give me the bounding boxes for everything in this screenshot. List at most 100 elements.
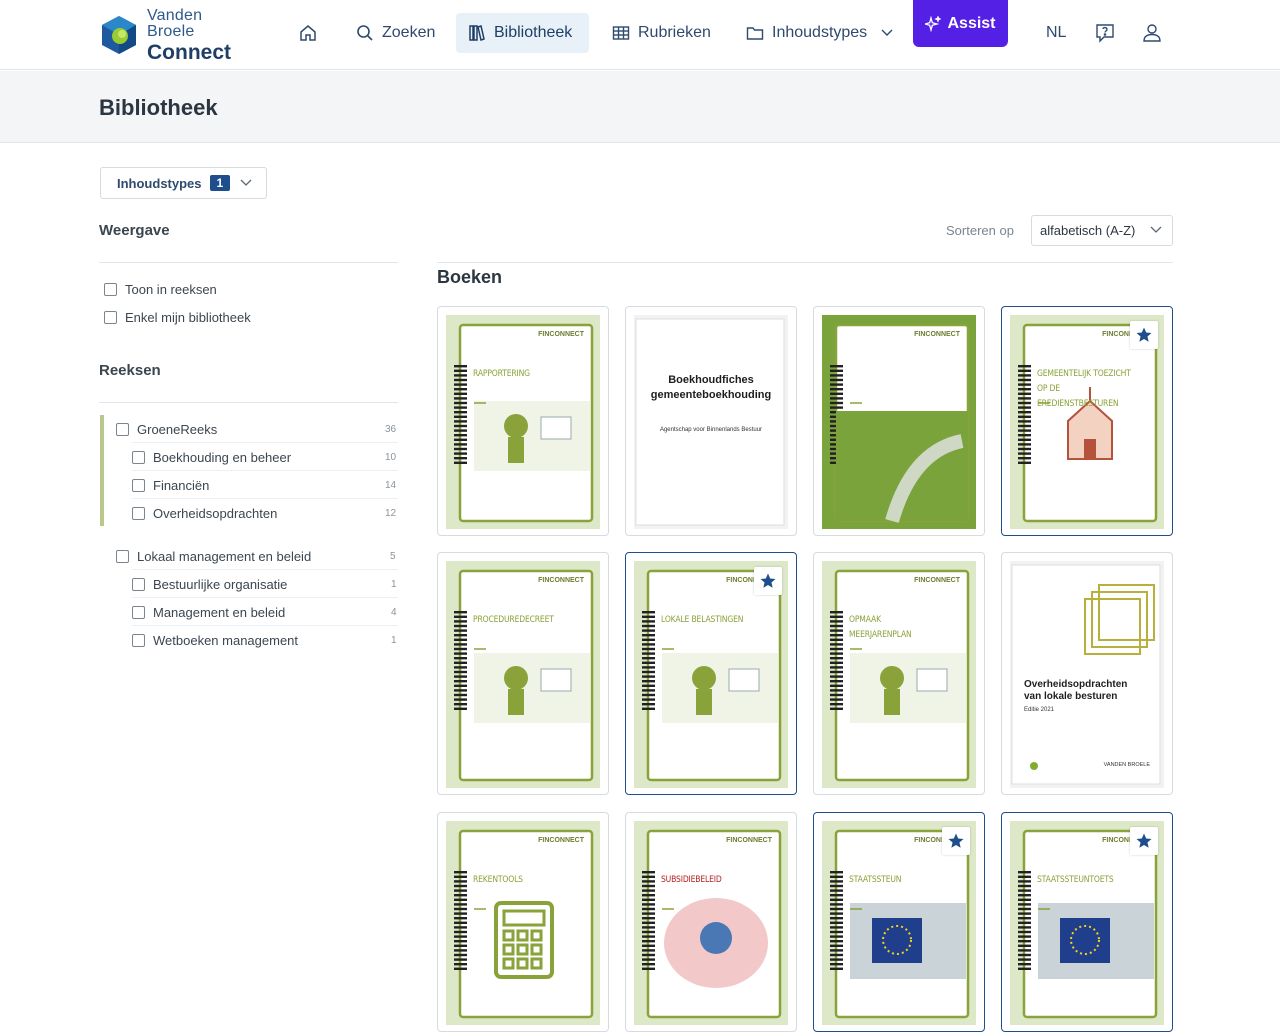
only-my-library-option[interactable]: Enkel mijn bibliotheek: [104, 310, 251, 325]
book-card[interactable]: FINCONNECT LOKALE BELASTINGEN: [625, 552, 797, 795]
series-label: Boekhouding en beheer: [153, 450, 292, 465]
nav-search[interactable]: Zoeken: [344, 13, 447, 53]
series-label: Overheidsopdrachten: [153, 506, 278, 521]
book-brand: FINCONNECT: [538, 331, 584, 338]
option-label: Enkel mijn bibliotheek: [125, 310, 251, 325]
checkbox[interactable]: [104, 311, 117, 324]
book-brand: FINCONNECT: [538, 837, 584, 844]
book-card[interactable]: FINCONNECT STAATSSTEUNTOETS: [1001, 812, 1173, 1032]
book-brand: FINCONNECT: [914, 577, 960, 584]
checkbox[interactable]: [132, 507, 145, 520]
nav-content-types-label: Inhoudstypes: [772, 24, 868, 41]
sparkle-icon: [925, 15, 942, 32]
logo[interactable]: Vanden Broele Connect: [99, 7, 249, 63]
page-title: Bibliotheek: [99, 95, 218, 120]
series-count: 12: [385, 508, 397, 519]
series-lokaal-management[interactable]: Lokaal management en beleid: [116, 549, 311, 564]
book-cover-art: [446, 821, 600, 1025]
book-card[interactable]: FINCONNECT SUBSIDIEBELEID: [625, 812, 797, 1032]
checkbox[interactable]: [132, 451, 145, 464]
sort-label: Sorteren op: [946, 223, 1014, 238]
nav-sections[interactable]: Rubrieken: [600, 13, 723, 53]
series-overheidsopdrachten[interactable]: Overheidsopdrachten: [132, 506, 277, 521]
home-icon: [300, 25, 316, 41]
divider: [99, 402, 398, 403]
nav-library[interactable]: Bibliotheek: [456, 13, 589, 53]
nav-search-label: Zoeken: [382, 24, 436, 41]
series-groene-reeks[interactable]: GroeneReeks: [116, 422, 217, 437]
section-heading: Boeken: [437, 267, 503, 287]
checkbox[interactable]: [132, 479, 145, 492]
nav-home[interactable]: [286, 13, 338, 53]
series-label: Management en beleid: [153, 605, 286, 620]
series-label: Lokaal management en beleid: [137, 549, 312, 564]
book-card[interactable]: Overheidsopdrachten van lokale besturen E…: [1001, 552, 1173, 795]
series-boekhouding-en-beheer[interactable]: Boekhouding en beheer: [132, 450, 291, 465]
series-count: 10: [385, 452, 397, 463]
series-management-en-beleid[interactable]: Management en beleid: [132, 605, 285, 620]
language-selector[interactable]: NL: [1046, 24, 1066, 42]
book-subtitle: Agentschap voor Binnenlands Bestuur: [659, 427, 763, 433]
book-card[interactable]: FINCONNECT SNEL MEE MET BBC: [813, 306, 985, 536]
series-heading: Reeksen: [99, 362, 161, 379]
divider: [132, 625, 398, 626]
book-card[interactable]: FINCONNECT OPMAAK MEERJARENPLAN: [813, 552, 985, 795]
checkbox[interactable]: [104, 283, 117, 296]
sort-select[interactable]: alfabetisch (A-Z): [1031, 215, 1173, 246]
book-card[interactable]: FINCONNECT PROCEDUREDECREET: [437, 552, 609, 795]
sort-value: alfabetisch (A-Z): [1040, 223, 1136, 238]
book-cover: FINCONNECT PROCEDUREDECREET: [446, 561, 600, 788]
favorite-star-icon[interactable]: [754, 567, 782, 595]
book-title: STAATSSTEUNTOETS: [1037, 875, 1114, 885]
series-label: Bestuurlijke organisatie: [153, 577, 288, 592]
divider: [132, 597, 398, 598]
checkbox[interactable]: [116, 550, 129, 563]
user-button[interactable]: [1141, 22, 1165, 46]
content-type-filter[interactable]: Inhoudstypes 1: [100, 167, 267, 199]
book-cover-art: [822, 315, 976, 529]
favorite-star-icon[interactable]: [1130, 827, 1158, 855]
book-title: SUBSIDIEBELEID: [661, 875, 722, 885]
book-cover: FINCONNECT SUBSIDIEBELEID: [634, 821, 788, 1025]
series-count: 36: [385, 424, 397, 435]
folder-icon: [746, 27, 764, 40]
series-wetboeken-management[interactable]: Wetboeken management: [132, 633, 298, 648]
filter-label: Inhoudstypes: [117, 175, 202, 191]
nav-sections-label: Rubrieken: [638, 24, 711, 41]
user-icon: [1143, 24, 1161, 42]
view-heading: Weergave: [99, 222, 170, 239]
series-financien[interactable]: Financiën: [132, 478, 209, 493]
library-icon: [469, 25, 485, 41]
divider: [132, 498, 398, 499]
book-cover: FINCONNECT RAPPORTERING: [446, 315, 600, 529]
show-in-series-option[interactable]: Toon in reeksen: [104, 282, 217, 297]
favorite-star-icon[interactable]: [942, 827, 970, 855]
checkbox[interactable]: [132, 634, 145, 647]
logo-icon: [99, 15, 139, 55]
book-title: PROCEDUREDECREET: [473, 615, 554, 625]
checkbox[interactable]: [132, 606, 145, 619]
series-count: 1: [391, 579, 397, 590]
nav-content-types[interactable]: Inhoudstypes: [734, 13, 905, 53]
checkbox[interactable]: [132, 578, 145, 591]
book-card[interactable]: FINCONNECT GEMEENTELIJK TOEZICHT OP DE ER…: [1001, 306, 1173, 536]
book-cover-art: [446, 315, 600, 529]
series-label: GroeneReeks: [137, 422, 218, 437]
help-button[interactable]: [1094, 22, 1118, 46]
book-card[interactable]: FINCONNECT REKENTOOLS: [437, 812, 609, 1032]
book-title: SNEL MEE MET BBC: [849, 361, 923, 390]
book-cover-art: [822, 561, 976, 788]
chevron-down-icon: [1150, 226, 1162, 233]
option-label: Toon in reeksen: [125, 282, 217, 297]
checkbox[interactable]: [116, 423, 129, 436]
divider: [437, 262, 1173, 263]
book-brand: FINCONNECT: [914, 331, 960, 338]
book-card[interactable]: Boekhoudfiches gemeenteboekhouding Agents…: [625, 306, 797, 536]
assist-button[interactable]: Assist: [913, 0, 1008, 47]
series-bestuurlijke-organisatie[interactable]: Bestuurlijke organisatie: [132, 577, 287, 592]
series-count: 14: [385, 480, 397, 491]
favorite-star-icon[interactable]: [1130, 321, 1158, 349]
book-card[interactable]: FINCONNECT RAPPORTERING: [437, 306, 609, 536]
book-card[interactable]: FINCONNECT STAATSSTEUN: [813, 812, 985, 1032]
table-icon: [612, 26, 630, 40]
